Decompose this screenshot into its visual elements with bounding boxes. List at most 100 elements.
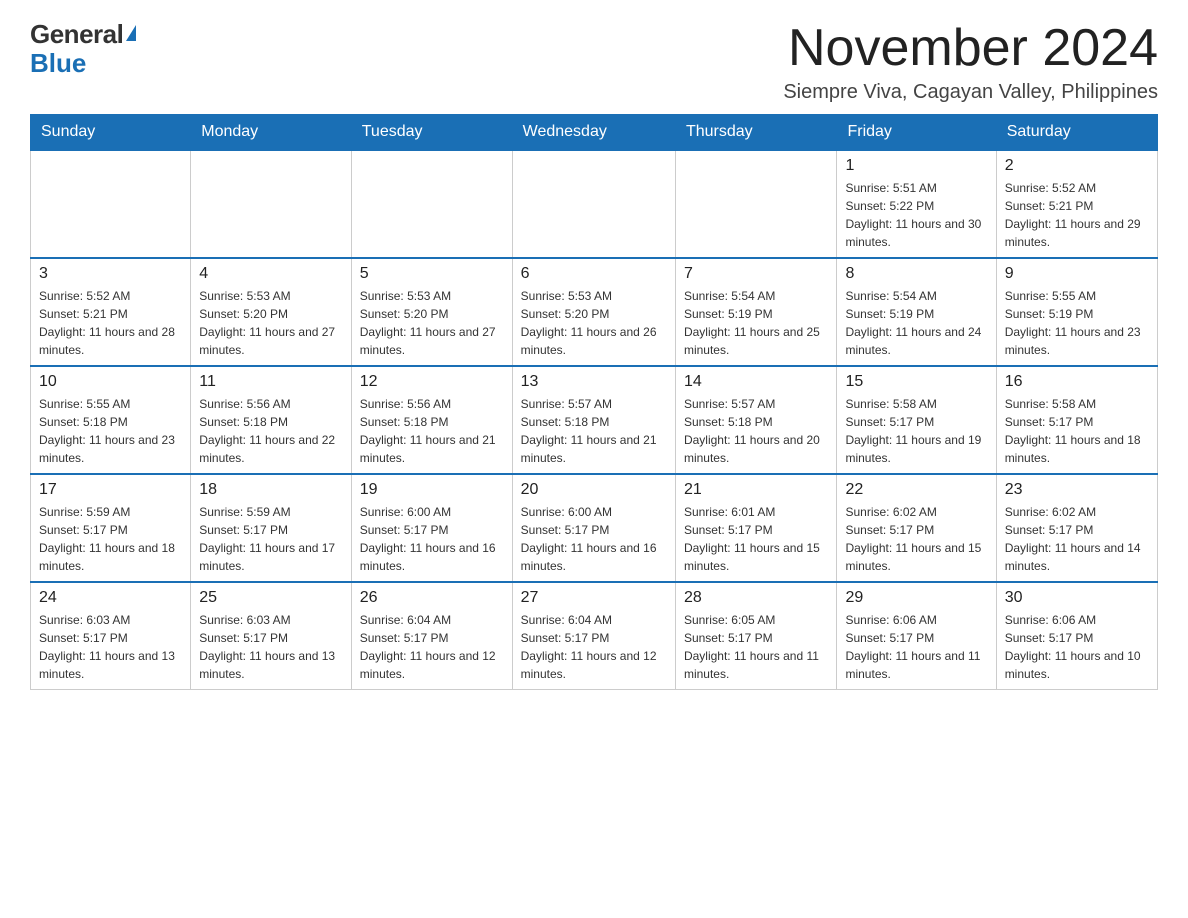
calendar-day-cell [351,150,512,258]
calendar-day-cell: 12Sunrise: 5:56 AMSunset: 5:18 PMDayligh… [351,366,512,474]
calendar-week-row: 24 Sunrise: 6:03 AMSunset: 5:17 PMDayligh… [31,582,1158,690]
calendar-day-cell: 2Sunrise: 5:52 AMSunset: 5:21 PMDaylight… [996,150,1157,258]
day-info: Sunrise: 5:54 AMSunset: 5:19 PMDaylight:… [684,287,829,359]
calendar-header-friday: Friday [837,115,996,151]
calendar-week-row: 10Sunrise: 5:55 AMSunset: 5:18 PMDayligh… [31,366,1158,474]
day-number: 25 [199,589,343,607]
calendar-header-tuesday: Tuesday [351,115,512,151]
day-number: 18 [199,481,343,499]
day-number: 11 [199,373,343,391]
day-number: 1 [845,157,987,175]
calendar-day-cell: 5 Sunrise: 5:53 AMSunset: 5:20 PMDaylight… [351,258,512,366]
day-number: 6 [521,265,667,283]
day-info: Sunrise: 5:53 AMSunset: 5:20 PMDaylight:… [199,287,343,359]
day-number: 29 [845,589,987,607]
day-number: 24 [39,589,182,607]
day-number: 12 [360,373,504,391]
day-info: Sunrise: 5:51 AMSunset: 5:22 PMDaylight:… [845,179,987,251]
day-info: Sunrise: 5:59 AMSunset: 5:17 PMDaylight:… [199,503,343,575]
day-number: 23 [1005,481,1149,499]
calendar-day-cell: 19 Sunrise: 6:00 AMSunset: 5:17 PMDayligh… [351,474,512,582]
logo-triangle-icon [126,25,136,41]
logo-blue-text: Blue [30,49,136,78]
day-number: 20 [521,481,667,499]
calendar-header-sunday: Sunday [31,115,191,151]
title-block: November 2024 Siempre Viva, Cagayan Vall… [783,20,1158,104]
day-number: 7 [684,265,829,283]
day-info: Sunrise: 5:59 AMSunset: 5:17 PMDaylight:… [39,503,182,575]
day-info: Sunrise: 5:53 AMSunset: 5:20 PMDaylight:… [360,287,504,359]
day-info: Sunrise: 5:53 AMSunset: 5:20 PMDaylight:… [521,287,667,359]
day-info: Sunrise: 6:06 AMSunset: 5:17 PMDaylight:… [845,611,987,683]
day-number: 27 [521,589,667,607]
calendar-day-cell: 22Sunrise: 6:02 AMSunset: 5:17 PMDayligh… [837,474,996,582]
calendar-day-cell: 8 Sunrise: 5:54 AMSunset: 5:19 PMDaylight… [837,258,996,366]
day-info: Sunrise: 6:04 AMSunset: 5:17 PMDaylight:… [521,611,667,683]
logo: General Blue [30,20,136,77]
day-info: Sunrise: 6:02 AMSunset: 5:17 PMDaylight:… [1005,503,1149,575]
day-number: 19 [360,481,504,499]
day-info: Sunrise: 5:58 AMSunset: 5:17 PMDaylight:… [845,395,987,467]
calendar-day-cell: 23 Sunrise: 6:02 AMSunset: 5:17 PMDayligh… [996,474,1157,582]
calendar-day-cell [675,150,837,258]
day-info: Sunrise: 5:57 AMSunset: 5:18 PMDaylight:… [684,395,829,467]
calendar-day-cell: 16 Sunrise: 5:58 AMSunset: 5:17 PMDayligh… [996,366,1157,474]
day-number: 8 [845,265,987,283]
calendar-day-cell: 1 Sunrise: 5:51 AMSunset: 5:22 PMDaylight… [837,150,996,258]
day-number: 30 [1005,589,1149,607]
calendar-day-cell: 26Sunrise: 6:04 AMSunset: 5:17 PMDayligh… [351,582,512,690]
calendar-day-cell [512,150,675,258]
calendar-day-cell: 6 Sunrise: 5:53 AMSunset: 5:20 PMDaylight… [512,258,675,366]
day-info: Sunrise: 6:05 AMSunset: 5:17 PMDaylight:… [684,611,829,683]
day-number: 21 [684,481,829,499]
day-number: 17 [39,481,182,499]
calendar-day-cell: 17 Sunrise: 5:59 AMSunset: 5:17 PMDayligh… [31,474,191,582]
month-year-title: November 2024 [783,20,1158,77]
day-info: Sunrise: 5:58 AMSunset: 5:17 PMDaylight:… [1005,395,1149,467]
calendar-day-cell [31,150,191,258]
calendar-week-row: 17 Sunrise: 5:59 AMSunset: 5:17 PMDayligh… [31,474,1158,582]
day-info: Sunrise: 5:57 AMSunset: 5:18 PMDaylight:… [521,395,667,467]
calendar-day-cell [191,150,352,258]
page-header: General Blue November 2024 Siempre Viva,… [30,20,1158,104]
day-info: Sunrise: 6:01 AMSunset: 5:17 PMDaylight:… [684,503,829,575]
calendar-day-cell: 21 Sunrise: 6:01 AMSunset: 5:17 PMDayligh… [675,474,837,582]
calendar-day-cell: 24 Sunrise: 6:03 AMSunset: 5:17 PMDayligh… [31,582,191,690]
day-number: 10 [39,373,182,391]
calendar-day-cell: 11 Sunrise: 5:56 AMSunset: 5:18 PMDayligh… [191,366,352,474]
calendar-day-cell: 10Sunrise: 5:55 AMSunset: 5:18 PMDayligh… [31,366,191,474]
calendar-day-cell: 13 Sunrise: 5:57 AMSunset: 5:18 PMDayligh… [512,366,675,474]
calendar-header-wednesday: Wednesday [512,115,675,151]
day-info: Sunrise: 5:54 AMSunset: 5:19 PMDaylight:… [845,287,987,359]
day-info: Sunrise: 6:06 AMSunset: 5:17 PMDaylight:… [1005,611,1149,683]
day-info: Sunrise: 6:03 AMSunset: 5:17 PMDaylight:… [199,611,343,683]
calendar-day-cell: 25 Sunrise: 6:03 AMSunset: 5:17 PMDayligh… [191,582,352,690]
calendar-day-cell: 7 Sunrise: 5:54 AMSunset: 5:19 PMDaylight… [675,258,837,366]
calendar-day-cell: 30 Sunrise: 6:06 AMSunset: 5:17 PMDayligh… [996,582,1157,690]
calendar-day-cell: 3Sunrise: 5:52 AMSunset: 5:21 PMDaylight… [31,258,191,366]
calendar-day-cell: 15 Sunrise: 5:58 AMSunset: 5:17 PMDayligh… [837,366,996,474]
day-number: 22 [845,481,987,499]
day-number: 4 [199,265,343,283]
day-number: 5 [360,265,504,283]
day-number: 28 [684,589,829,607]
day-info: Sunrise: 5:56 AMSunset: 5:18 PMDaylight:… [199,395,343,467]
day-number: 15 [845,373,987,391]
calendar-day-cell: 14Sunrise: 5:57 AMSunset: 5:18 PMDayligh… [675,366,837,474]
day-info: Sunrise: 5:55 AMSunset: 5:19 PMDaylight:… [1005,287,1149,359]
calendar-week-row: 3Sunrise: 5:52 AMSunset: 5:21 PMDaylight… [31,258,1158,366]
calendar-day-cell: 9Sunrise: 5:55 AMSunset: 5:19 PMDaylight… [996,258,1157,366]
day-number: 2 [1005,157,1149,175]
calendar-table: SundayMondayTuesdayWednesdayThursdayFrid… [30,114,1158,690]
day-number: 16 [1005,373,1149,391]
calendar-day-cell: 18 Sunrise: 5:59 AMSunset: 5:17 PMDayligh… [191,474,352,582]
calendar-day-cell: 29 Sunrise: 6:06 AMSunset: 5:17 PMDayligh… [837,582,996,690]
day-info: Sunrise: 6:03 AMSunset: 5:17 PMDaylight:… [39,611,182,683]
calendar-day-cell: 27 Sunrise: 6:04 AMSunset: 5:17 PMDayligh… [512,582,675,690]
day-number: 13 [521,373,667,391]
day-info: Sunrise: 6:00 AMSunset: 5:17 PMDaylight:… [521,503,667,575]
calendar-header-saturday: Saturday [996,115,1157,151]
day-number: 26 [360,589,504,607]
day-info: Sunrise: 6:00 AMSunset: 5:17 PMDaylight:… [360,503,504,575]
calendar-header-thursday: Thursday [675,115,837,151]
